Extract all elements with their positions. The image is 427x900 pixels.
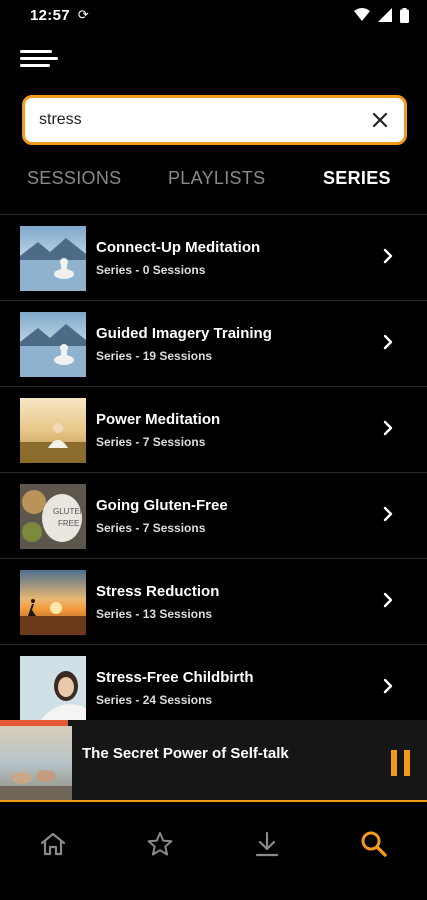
series-title: Guided Imagery Training <box>96 325 272 342</box>
series-subtitle: Series - 19 Sessions <box>96 349 213 363</box>
chevron-right-icon <box>383 248 393 264</box>
series-thumbnail <box>20 398 86 463</box>
search-icon <box>361 831 387 857</box>
series-results-list: Connect-Up Meditation Series - 0 Session… <box>0 215 427 720</box>
tab-series[interactable]: SERIES <box>323 168 391 189</box>
close-icon <box>372 112 388 128</box>
search-input[interactable] <box>39 111 368 129</box>
app-screen: 12:57 ⟳ SESSIONS PLAYLISTS SERIES <box>0 0 427 900</box>
list-item[interactable]: Connect-Up Meditation Series - 0 Session… <box>0 215 427 301</box>
wifi-icon <box>354 8 370 21</box>
tab-sessions[interactable]: SESSIONS <box>27 168 121 189</box>
pause-button[interactable] <box>391 750 411 776</box>
signal-icon <box>378 8 392 22</box>
series-title: Connect-Up Meditation <box>96 239 261 256</box>
series-subtitle: Series - 13 Sessions <box>96 607 213 621</box>
menu-icon <box>20 50 52 53</box>
series-title: Power Meditation <box>96 411 221 428</box>
series-title: Stress-Free Childbirth <box>96 669 254 686</box>
list-item[interactable]: Stress-Free Childbirth Series - 24 Sessi… <box>0 645 427 720</box>
series-subtitle: Series - 0 Sessions <box>96 263 206 277</box>
series-title: Stress Reduction <box>96 583 220 600</box>
chevron-right-icon <box>383 592 393 608</box>
chevron-right-icon <box>383 678 393 694</box>
series-thumbnail <box>20 656 86 720</box>
series-subtitle: Series - 7 Sessions <box>96 435 206 449</box>
tab-bar: SESSIONS PLAYLISTS SERIES <box>0 168 427 198</box>
star-icon <box>147 832 173 856</box>
svg-text:GLUTEN: GLUTEN <box>53 507 86 516</box>
series-title: Going Gluten-Free <box>96 497 228 514</box>
download-icon <box>255 831 278 857</box>
series-thumbnail <box>20 312 86 377</box>
tab-playlists[interactable]: PLAYLISTS <box>168 168 265 189</box>
chevron-right-icon <box>383 334 393 350</box>
mini-player[interactable]: The Secret Power of Self-talk <box>0 720 427 802</box>
chevron-right-icon <box>383 506 393 522</box>
svg-text:FREE: FREE <box>58 519 79 528</box>
series-thumbnail: GLUTEN FREE <box>20 484 86 549</box>
status-time: 12:57 <box>30 6 70 24</box>
home-icon <box>41 832 66 856</box>
status-bar: 12:57 ⟳ <box>0 0 427 30</box>
series-thumbnail <box>20 226 86 291</box>
bottom-navigation <box>0 804 427 884</box>
nav-search[interactable] <box>320 804 427 884</box>
list-item[interactable]: Stress Reduction Series - 13 Sessions <box>0 559 427 645</box>
now-playing-thumbnail <box>0 726 72 800</box>
series-thumbnail <box>20 570 86 635</box>
now-playing-title: The Secret Power of Self-talk <box>82 745 289 762</box>
battery-icon <box>400 7 409 23</box>
pause-icon <box>391 750 397 776</box>
list-item[interactable]: Guided Imagery Training Series - 19 Sess… <box>0 301 427 387</box>
menu-button[interactable] <box>20 48 60 70</box>
list-item[interactable]: Power Meditation Series - 7 Sessions <box>0 387 427 473</box>
nav-home[interactable] <box>0 804 107 884</box>
nav-downloads[interactable] <box>214 804 321 884</box>
sync-icon: ⟳ <box>77 7 89 22</box>
list-item[interactable]: GLUTEN FREE Going Gluten-Free Series - 7 … <box>0 473 427 559</box>
search-bar <box>22 95 407 145</box>
nav-favorites[interactable] <box>107 804 214 884</box>
series-subtitle: Series - 7 Sessions <box>96 521 206 535</box>
series-subtitle: Series - 24 Sessions <box>96 693 213 707</box>
clear-search-button[interactable] <box>368 108 392 132</box>
chevron-right-icon <box>383 420 393 436</box>
